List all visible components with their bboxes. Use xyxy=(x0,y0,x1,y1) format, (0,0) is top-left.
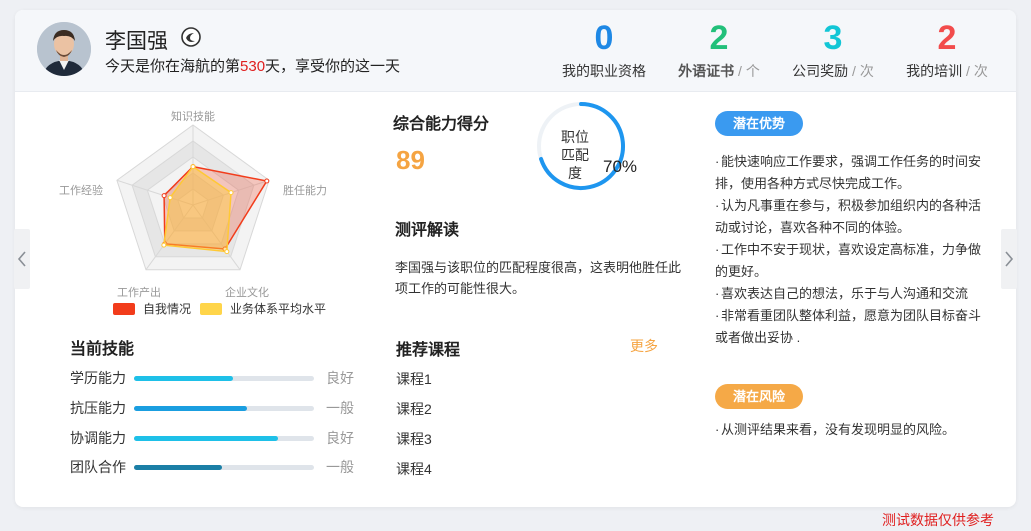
stat-unit: 次 xyxy=(973,63,988,79)
course-link[interactable]: 课程1 xyxy=(396,369,432,389)
risks-badge: 潜在风险 xyxy=(715,384,803,409)
skill-bar-fill xyxy=(134,465,223,470)
welcome-suffix: 天，享受你的这一天 xyxy=(265,58,401,75)
stat-qualifications[interactable]: 0 我的职业资格 xyxy=(549,18,659,81)
tenure-days: 530 xyxy=(240,58,266,75)
skill-name: 协调能力 xyxy=(70,430,126,446)
skill-bar-fill xyxy=(134,436,278,441)
skill-bar-fill xyxy=(134,406,248,411)
skill-level: 一般 xyxy=(326,400,354,416)
legend-item-average: 业务体系平均水平 xyxy=(200,300,326,318)
skill-bar-track xyxy=(134,436,314,441)
stat-label-wrap: 外语证书 / 个 xyxy=(678,63,760,79)
radar-axis-label: 企业文化 xyxy=(225,285,269,299)
stat-language-certificates[interactable]: 2 外语证书 / 个 xyxy=(664,18,774,81)
stat-unit: 次 xyxy=(859,63,874,79)
radar-axis-label: 知识技能 xyxy=(171,109,215,123)
radar-point xyxy=(224,249,230,255)
match-label: 职位匹配度 xyxy=(561,129,589,181)
stat-label: 我的职业资格 xyxy=(562,63,646,79)
list-item: · 能快速响应工作要求，强调工作任务的时间安排，使用各种方式尽快完成工作。 xyxy=(715,154,982,191)
score-value: 89 xyxy=(396,145,425,175)
prev-arrow-button[interactable] xyxy=(14,229,30,289)
skill-level: 良好 xyxy=(326,430,354,446)
stat-company-awards[interactable]: 3 公司奖励 / 次 xyxy=(778,18,888,81)
radar-point xyxy=(190,164,196,170)
footer-disclaimer: 测试数据仅供参考 xyxy=(882,512,994,528)
stat-unit: 个 xyxy=(745,63,760,79)
skills-title: 当前技能 xyxy=(70,341,135,358)
skill-bar-track xyxy=(134,465,314,470)
stat-label-wrap: 公司奖励 / 次 xyxy=(792,63,874,79)
avatar[interactable] xyxy=(37,22,91,76)
radar-chart: 知识技能胜任能力企业文化 工作产出 工作经验 xyxy=(59,109,327,299)
skill-level: 良好 xyxy=(326,370,354,386)
legend-label-self: 自我情况 xyxy=(143,302,192,316)
stat-label: 公司奖励 xyxy=(792,63,849,79)
radar-axis-label: 胜任能力 xyxy=(283,183,327,197)
welcome-prefix: 今天是你在海航的第 xyxy=(105,58,241,75)
radar-point xyxy=(264,178,270,184)
skill-bar-track xyxy=(134,376,314,381)
radar-point xyxy=(167,195,173,201)
stat-my-trainings[interactable]: 2 我的培训 / 次 xyxy=(892,18,1002,81)
course-link[interactable]: 课程2 xyxy=(396,399,432,419)
chevron-right-icon xyxy=(1005,251,1014,267)
user-name: 李国强 xyxy=(105,30,168,53)
interpretation-title: 测评解读 xyxy=(395,222,460,239)
legend-swatch-average xyxy=(200,303,222,315)
score-title: 综合能力得分 xyxy=(393,116,490,133)
skill-name: 团队合作 xyxy=(70,459,126,475)
advantages-list: · 能快速响应工作要求，强调工作任务的时间安排，使用各种方式尽快完成工作。 · 认为… xyxy=(715,151,991,349)
legend-label-average: 业务体系平均水平 xyxy=(230,302,327,316)
profile-card: 李国强 今天是你在海航的第530天，享受你的这一天 0 我的职业资格 2 外语证… xyxy=(15,10,1016,507)
stat-value: 2 xyxy=(937,19,957,57)
skill-row: 团队合作 一般 xyxy=(70,457,370,477)
profile-header: 李国强 今天是你在海航的第530天，享受你的这一天 0 我的职业资格 2 外语证… xyxy=(15,10,1016,92)
match-value: 70% xyxy=(603,157,638,176)
course-link[interactable]: 课程3 xyxy=(396,429,432,449)
radar-axis-label: 工作经验 xyxy=(59,183,103,197)
legend-item-self: 自我情况 xyxy=(113,300,191,318)
list-item: · 工作中不安于现状，喜欢设定高标准，力争做的更好。 xyxy=(715,242,982,279)
stat-label: 我的培训 xyxy=(906,63,963,79)
list-item: · 喜欢表达自己的想法，乐于与人沟通和交流 xyxy=(715,286,969,301)
skill-level: 一般 xyxy=(326,459,354,475)
list-item: · 认为凡事重在参与，积极参加组织内的各种活动或讨论，喜欢各种不同的体验。 xyxy=(715,198,982,235)
stat-value: 0 xyxy=(594,19,614,57)
course-link[interactable]: 课程4 xyxy=(396,459,432,479)
skill-name: 抗压能力 xyxy=(70,400,126,416)
skill-row: 协调能力 良好 xyxy=(70,428,370,448)
welcome-message: 今天是你在海航的第530天，享受你的这一天 xyxy=(105,55,400,76)
legend-swatch-self xyxy=(113,303,135,315)
stat-value: 3 xyxy=(823,19,843,57)
stat-label-wrap: 我的培训 / 次 xyxy=(906,63,988,79)
skill-row: 抗压能力 一般 xyxy=(70,398,370,418)
skill-bar-fill xyxy=(134,376,233,381)
skill-row: 学历能力 良好 xyxy=(70,368,370,388)
chevron-left-icon xyxy=(17,251,26,267)
next-arrow-button[interactable] xyxy=(1001,229,1017,289)
verified-badge-icon xyxy=(181,27,201,47)
radar-point xyxy=(161,242,167,248)
radar-point xyxy=(161,193,167,199)
skill-bar-track xyxy=(134,406,314,411)
stat-label: 外语证书 xyxy=(678,63,735,79)
radar-axis-label: 工作产出 xyxy=(117,285,161,299)
list-item: · 从测评结果来看，没有发现明显的风险。 xyxy=(715,422,956,437)
more-courses-link[interactable]: 更多 xyxy=(630,336,658,356)
advantages-badge: 潜在优势 xyxy=(715,111,803,136)
skill-name: 学历能力 xyxy=(70,370,126,386)
stat-value: 2 xyxy=(709,19,729,57)
radar-point xyxy=(228,190,234,196)
interpretation-text: 李国强与该职位的匹配程度很高，这表明他胜任此项工作的可能性很大。 xyxy=(395,260,682,296)
list-item: · 非常看重团队整体利益，愿意为团队目标奋斗或者做出妥协 . xyxy=(715,308,982,345)
risks-list: · 从测评结果来看，没有发现明显的风险。 xyxy=(715,419,991,441)
courses-title: 推荐课程 xyxy=(396,342,461,359)
